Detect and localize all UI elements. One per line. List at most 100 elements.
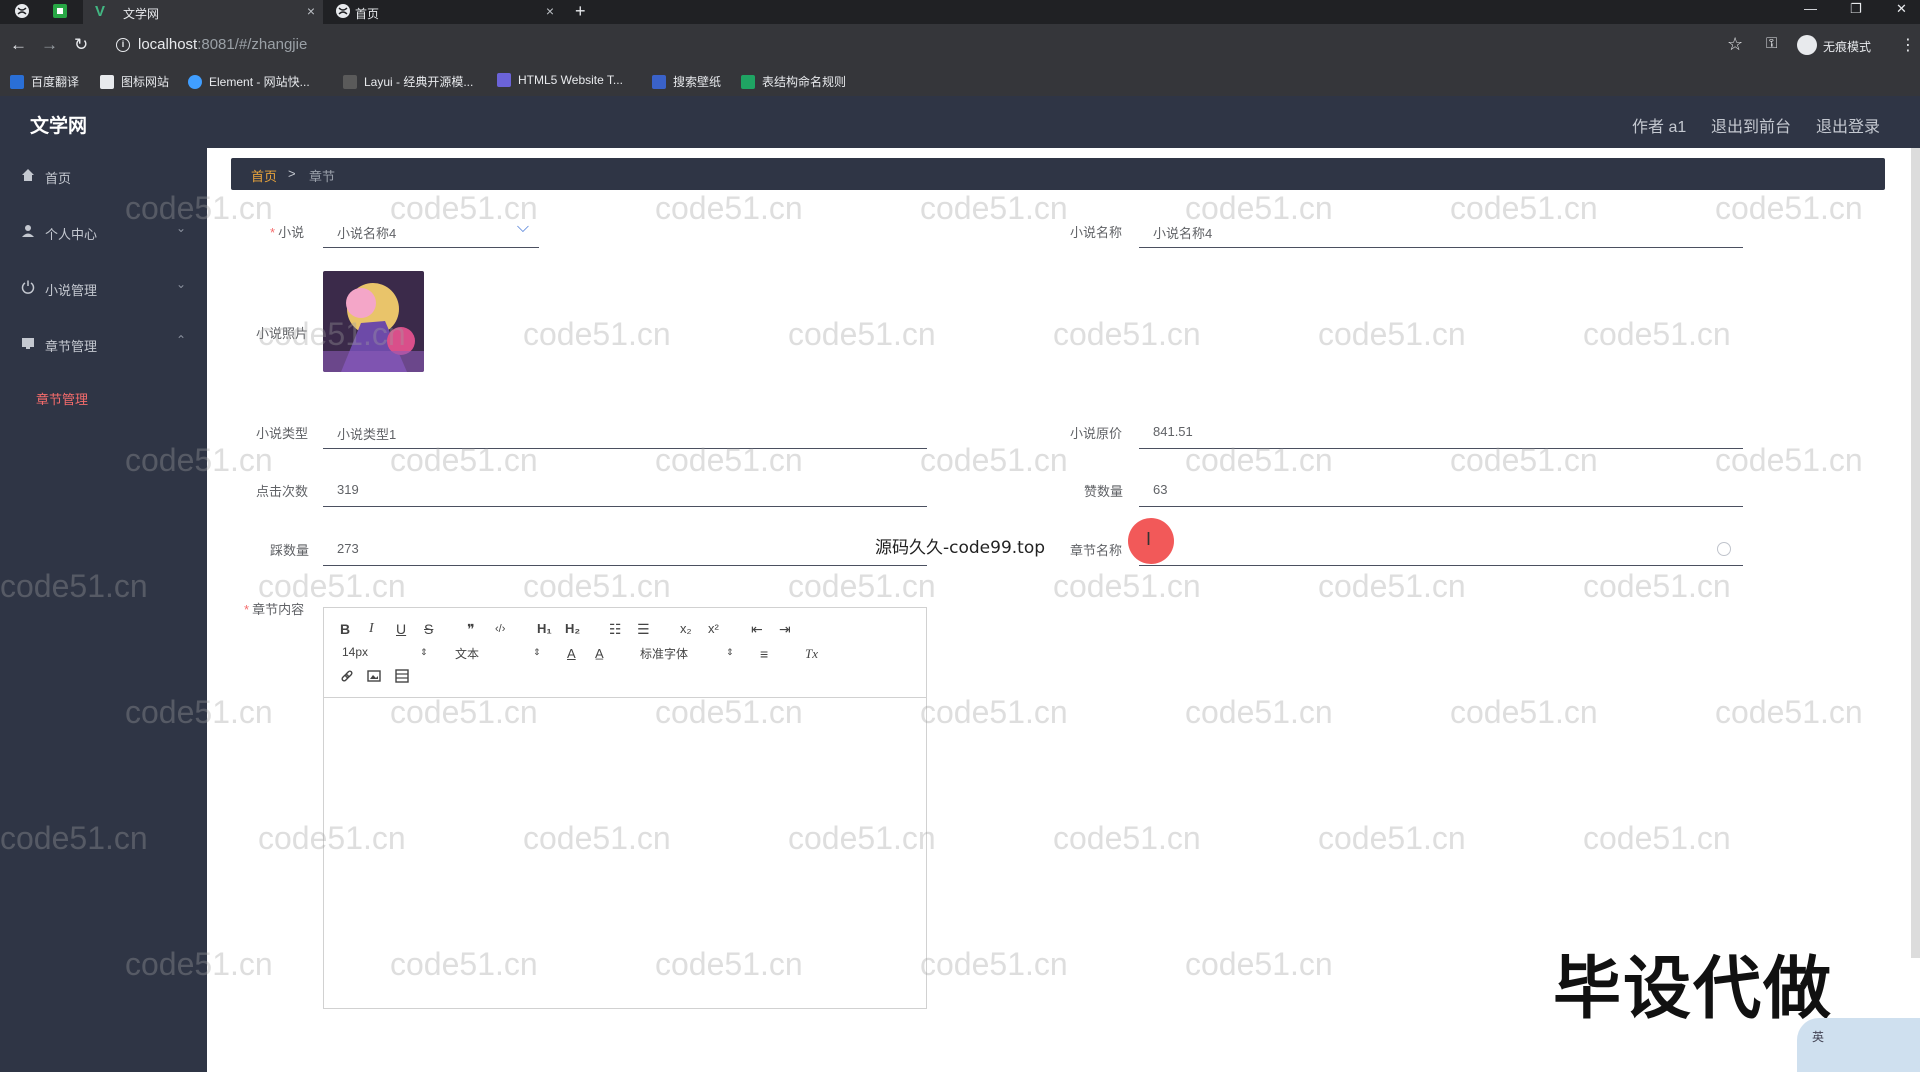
code-block-button[interactable]: ‹/› bbox=[495, 621, 505, 637]
reload-icon[interactable]: ↻ bbox=[74, 35, 88, 55]
background-color-button[interactable]: A̲ bbox=[595, 646, 604, 662]
dislike-count-label: 踩数量 bbox=[270, 543, 310, 558]
paragraph-select[interactable]: 文本 ⇕ bbox=[455, 645, 543, 662]
click-count-label: 点击次数 bbox=[256, 484, 309, 499]
watermark: code51.cn bbox=[523, 316, 671, 352]
app-favicon-icon bbox=[52, 3, 68, 19]
novel-price-field[interactable]: 841.51 bbox=[1139, 416, 1743, 449]
watermark: code51.cn bbox=[920, 694, 1068, 730]
novel-name-field[interactable]: 小说名称4 bbox=[1139, 215, 1743, 248]
sidebar-subitem-chapter-management[interactable]: 章节管理 bbox=[36, 389, 88, 408]
tab-wenxuewang[interactable]: V 文学网 × bbox=[83, 0, 323, 24]
clear-format-button[interactable]: Tx bbox=[805, 646, 818, 662]
underline-button[interactable]: U bbox=[396, 621, 406, 637]
bookmark-item[interactable]: 搜索壁纸 bbox=[652, 73, 721, 90]
dislike-count-field[interactable]: 273 bbox=[323, 533, 927, 566]
watermark: code51.cn bbox=[1185, 946, 1333, 982]
chapter-content-editor[interactable]: B I U S ❞ ‹/› H₁ H₂ ☷ ☰ x₂ x² ⇤ ⇥ 14px ⇕… bbox=[323, 607, 927, 1009]
exit-to-frontend-link[interactable]: 退出到前台 bbox=[1711, 113, 1791, 137]
sidebar-item-novel-management[interactable]: 小说管理 ⌄ bbox=[0, 260, 207, 316]
bookmarks-bar: 百度翻译 图标网站 Element - 网站快... Layui - 经典开源模… bbox=[0, 68, 1920, 96]
superscript-button[interactable]: x² bbox=[708, 621, 719, 637]
bookmark-item[interactable]: Element - 网站快... bbox=[188, 73, 310, 90]
header1-button[interactable]: H₁ bbox=[537, 621, 552, 637]
watermark: code51.cn bbox=[1185, 694, 1333, 730]
restore-icon[interactable]: ❐ bbox=[1850, 1, 1862, 17]
tab-close-icon[interactable]: × bbox=[546, 3, 554, 19]
indent-increase-button[interactable]: ⇥ bbox=[779, 621, 791, 637]
watermark: code51.cn bbox=[1318, 820, 1466, 856]
sidebar-item-home[interactable]: 首页 bbox=[0, 148, 207, 204]
font-family-select[interactable]: 标准字体 ⇕ bbox=[640, 645, 736, 662]
watermark: code51.cn bbox=[1053, 568, 1201, 604]
logout-link[interactable]: 退出登录 bbox=[1816, 113, 1880, 137]
forward-icon[interactable]: → bbox=[41, 35, 58, 55]
url-field[interactable]: localhost:8081/#/zhangjie bbox=[138, 36, 307, 53]
browser-menu-icon[interactable]: ⋮ bbox=[1900, 35, 1916, 55]
bookmark-item[interactable]: HTML5 Website T... bbox=[497, 73, 623, 87]
align-button[interactable]: ≡ bbox=[760, 646, 768, 662]
italic-button[interactable]: I bbox=[369, 621, 374, 637]
sheet-icon bbox=[741, 75, 755, 89]
url-path: :8081/#/zhangjie bbox=[197, 36, 308, 53]
indent-decrease-button[interactable]: ⇤ bbox=[751, 621, 763, 637]
sidebar-item-chapter-management[interactable]: 章节管理 ⌃ bbox=[0, 316, 207, 372]
close-window-icon[interactable]: ✕ bbox=[1896, 1, 1907, 17]
ime-indicator[interactable]: 英 bbox=[1797, 1018, 1920, 1072]
bullet-list-button[interactable]: ☰ bbox=[637, 621, 650, 637]
select-arrows-icon: ⇕ bbox=[420, 647, 428, 657]
watermark: code51.cn bbox=[1715, 694, 1863, 730]
sidebar: 首页 个人中心 ⌄ 小说管理 ⌄ 章节管理 ⌃ bbox=[0, 148, 207, 1072]
subscript-button[interactable]: x₂ bbox=[680, 621, 692, 637]
chapter-name-label: 章节名称 bbox=[1070, 543, 1123, 558]
password-key-icon[interactable]: ⚿ bbox=[1766, 35, 1777, 52]
bookmark-item[interactable]: 表结构命名规则 bbox=[741, 73, 846, 90]
site-info-icon[interactable]: i bbox=[116, 38, 130, 52]
bold-button[interactable]: B bbox=[340, 621, 350, 637]
clear-icon[interactable] bbox=[1717, 542, 1731, 556]
back-icon[interactable]: ← bbox=[10, 35, 27, 55]
bookmark-item[interactable]: 图标网站 bbox=[100, 73, 169, 90]
watermark: code51.cn bbox=[523, 568, 671, 604]
novel-type-field[interactable]: 小说类型1 bbox=[323, 416, 927, 449]
click-count-field[interactable]: 319 bbox=[323, 474, 927, 507]
new-tab-icon[interactable]: + bbox=[575, 1, 586, 22]
font-size-select[interactable]: 14px ⇕ bbox=[342, 645, 430, 659]
bookmark-item[interactable]: 百度翻译 bbox=[10, 73, 79, 90]
image-icon[interactable] bbox=[367, 669, 381, 686]
ordered-list-button[interactable]: ☷ bbox=[609, 621, 622, 637]
blockquote-button[interactable]: ❞ bbox=[467, 621, 475, 637]
chapter-name-input[interactable] bbox=[1139, 533, 1743, 566]
minimize-icon[interactable]: — bbox=[1804, 1, 1817, 16]
novel-type-label: 小说类型 bbox=[256, 426, 309, 441]
author-link[interactable]: 作者 a1 bbox=[1632, 113, 1686, 137]
incognito-icon bbox=[1797, 35, 1817, 55]
tab-home[interactable]: 首页 × bbox=[327, 0, 562, 24]
novel-select[interactable]: 小说名称4 ⌵ bbox=[323, 215, 539, 248]
tab-globe-icon bbox=[335, 3, 351, 22]
like-count-label: 赞数量 bbox=[1084, 484, 1124, 499]
link-icon[interactable] bbox=[340, 669, 354, 686]
breadcrumb-home[interactable]: 首页 bbox=[251, 166, 277, 185]
sidebar-item-personal-center[interactable]: 个人中心 ⌄ bbox=[0, 204, 207, 260]
layui-icon bbox=[343, 75, 357, 89]
watermark: code51.cn bbox=[1053, 820, 1201, 856]
bookmark-item[interactable]: Layui - 经典开源模... bbox=[343, 73, 473, 90]
user-icon bbox=[21, 224, 35, 238]
novel-label: * 小说 bbox=[270, 225, 305, 240]
bookmark-star-icon[interactable]: ☆ bbox=[1727, 34, 1743, 55]
click-count-value: 319 bbox=[337, 482, 359, 497]
like-count-field[interactable]: 63 bbox=[1139, 474, 1743, 507]
select-arrows-icon: ⇕ bbox=[726, 647, 734, 657]
font-color-button[interactable]: A bbox=[567, 646, 576, 662]
video-icon[interactable] bbox=[395, 669, 409, 686]
tab-close-icon[interactable]: × bbox=[307, 3, 315, 19]
chevron-down-icon: ⌄ bbox=[176, 221, 187, 235]
wallpaper-icon bbox=[652, 75, 666, 89]
strikethrough-button[interactable]: S bbox=[424, 621, 433, 637]
novel-price-label: 小说原价 bbox=[1070, 426, 1123, 441]
header2-button[interactable]: H₂ bbox=[565, 621, 580, 637]
page-scrollbar[interactable] bbox=[1911, 148, 1920, 958]
novel-price-value: 841.51 bbox=[1153, 424, 1193, 439]
incognito-label[interactable]: 无痕模式 bbox=[1823, 38, 1871, 55]
